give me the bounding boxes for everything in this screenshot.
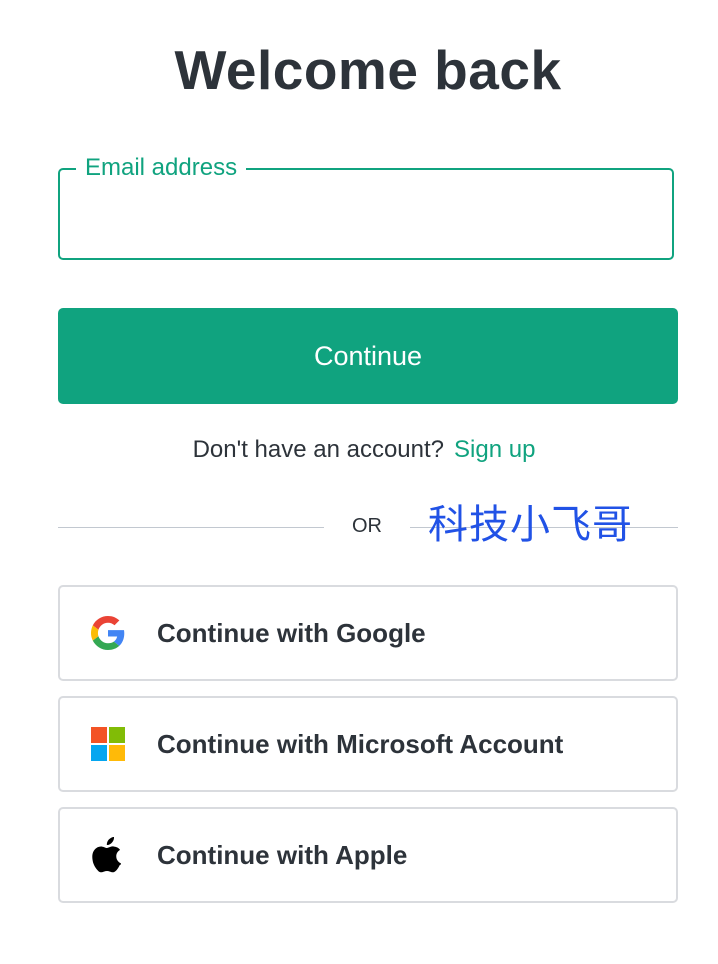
apple-icon xyxy=(90,837,126,873)
divider-or-text: OR xyxy=(352,515,382,537)
page-title: Welcome back xyxy=(174,39,562,101)
microsoft-button-label: Continue with Microsoft Account xyxy=(157,728,564,759)
microsoft-icon xyxy=(90,726,126,762)
email-input[interactable] xyxy=(78,194,652,236)
signup-prompt: Don't have an account? xyxy=(192,436,445,463)
continue-with-google-button[interactable]: Continue with Google xyxy=(58,585,678,681)
signup-row: Don't have an account? Sign up xyxy=(0,436,718,464)
email-field-label: Email address xyxy=(76,154,247,182)
continue-with-apple-button[interactable]: Continue with Apple xyxy=(58,807,678,903)
divider-line-left xyxy=(58,527,324,528)
google-icon xyxy=(90,615,126,651)
apple-button-label: Continue with Apple xyxy=(157,839,408,870)
continue-button[interactable]: Continue xyxy=(58,308,678,404)
watermark-text: 科技小飞哥 xyxy=(428,502,633,548)
google-button-label: Continue with Google xyxy=(157,617,426,648)
signup-link[interactable]: Sign up xyxy=(454,436,535,463)
email-field[interactable]: Email address xyxy=(58,154,674,260)
continue-with-microsoft-button[interactable]: Continue with Microsoft Account xyxy=(58,696,678,792)
